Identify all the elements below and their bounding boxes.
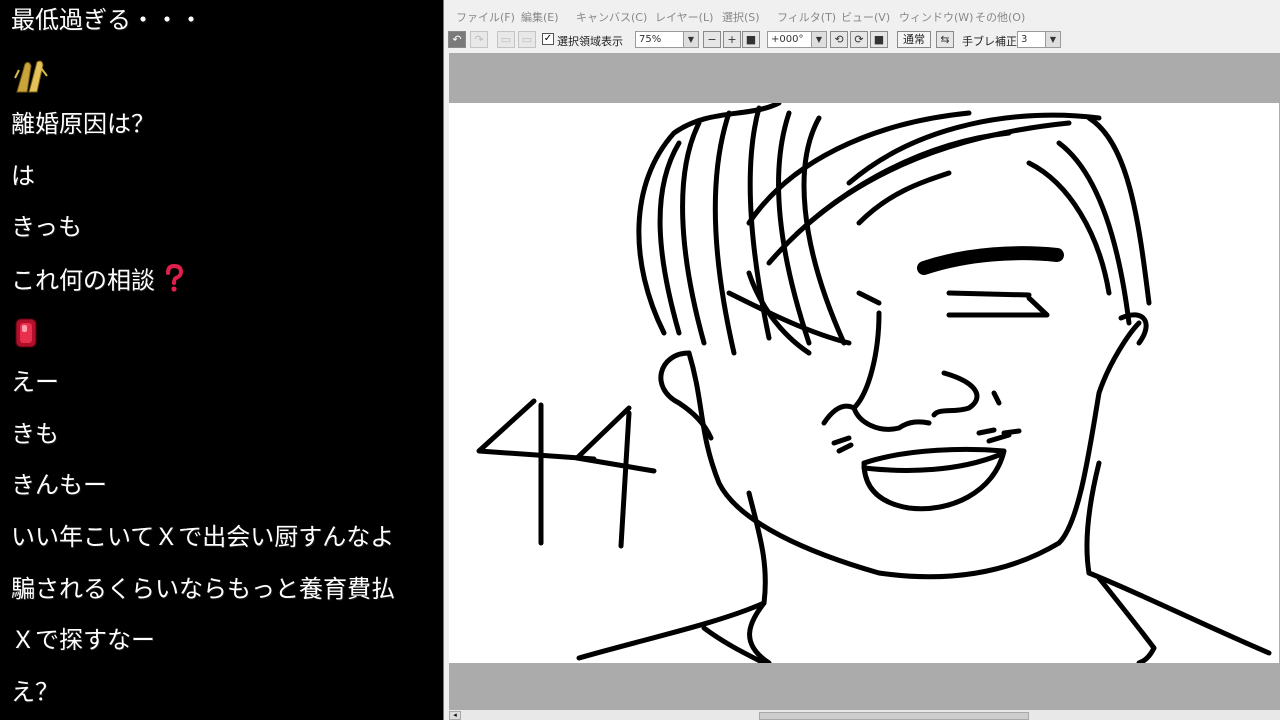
comment-line: [11, 316, 41, 357]
undo-button[interactable]: ↶: [448, 31, 466, 48]
comment-text: きっも: [11, 213, 83, 241]
menu-select[interactable]: 選択(S): [722, 9, 760, 25]
undo-icon: ↶: [452, 33, 462, 46]
stabilizer-value: 3: [1021, 34, 1028, 45]
comment-line: は: [11, 161, 35, 191]
rotate-right-button[interactable]: ⟳: [850, 31, 868, 48]
comment-line: 騙されるくらいならもっと養育費払: [11, 574, 395, 604]
comment-line: [11, 58, 51, 101]
menu-view[interactable]: ビュー(V): [841, 9, 890, 25]
selection-display-checkbox[interactable]: ✓: [542, 33, 554, 45]
comment-text: え？: [11, 678, 59, 706]
menu-canvas[interactable]: キャンバス(C): [576, 9, 647, 25]
canvas-workspace[interactable]: 44: [449, 53, 1280, 710]
scroll-left-icon[interactable]: ◂: [449, 711, 461, 720]
comment-text: Ｘで探すなー: [11, 626, 155, 654]
comment-text: 騙されるくらいならもっと養育費払: [11, 575, 395, 603]
question-mark-icon: [163, 263, 185, 299]
redo-button[interactable]: ↷: [470, 31, 488, 48]
comment-line: これ何の相談: [11, 263, 185, 299]
plus-icon: +: [727, 33, 737, 46]
menu-bar: ファイル(F) 編集(E) キャンバス(C) レイヤー(L) 選択(S) フィル…: [444, 6, 1280, 26]
rotate-left-button[interactable]: ⟲: [830, 31, 848, 48]
select-all-icon: ▭: [521, 33, 533, 46]
comment-line: Ｘで探すなー: [11, 625, 155, 655]
select-all-button[interactable]: ▭: [518, 31, 536, 48]
rotation-reset-button[interactable]: ■: [870, 31, 888, 48]
menu-filter[interactable]: フィルタ(T): [777, 9, 836, 25]
comment-text: 最低過ぎる・・・: [11, 6, 203, 34]
menu-layer[interactable]: レイヤー(L): [655, 9, 713, 25]
horizontal-scrollbar[interactable]: ◂: [449, 710, 1280, 720]
menu-window[interactable]: ウィンドウ(W): [899, 9, 973, 25]
drawing-canvas[interactable]: 44: [449, 100, 1279, 666]
zoom-out-button[interactable]: −: [703, 31, 721, 48]
square-icon: ■: [745, 33, 757, 46]
scrollbar-thumb[interactable]: [759, 712, 1029, 720]
comment-line: えー: [11, 367, 59, 397]
rotate-left-icon: ⟲: [834, 33, 844, 46]
selection-display-label: 選択領域表示: [557, 35, 623, 48]
comment-line: きっも: [11, 212, 82, 242]
comment-text: きも: [11, 420, 59, 448]
red-gem-icon: [11, 316, 41, 357]
comment-line: 最低過ぎる・・・: [11, 5, 203, 35]
comment-text: きんもー: [11, 471, 107, 499]
deselect-icon: ▭: [500, 33, 512, 46]
comment-text: は: [11, 162, 35, 190]
rotate-right-icon: ⟳: [854, 33, 864, 46]
face-drawing: [476, 100, 1272, 666]
comment-line: 離婚原因は？: [11, 109, 155, 139]
blend-mode-label: 通常: [903, 33, 925, 46]
minus-icon: −: [707, 33, 717, 46]
chevron-down-icon: ▼: [683, 32, 698, 47]
praying-hands-icon: [11, 58, 51, 101]
deselect-button[interactable]: ▭: [497, 31, 515, 48]
redo-icon: ↷: [474, 33, 484, 46]
comment-line: え？: [11, 677, 59, 707]
comment-line: きんもー: [11, 470, 107, 500]
zoom-select[interactable]: 75% ▼: [635, 31, 699, 48]
menu-edit[interactable]: 編集(E): [521, 9, 559, 25]
check-icon: ✓: [543, 33, 553, 44]
blend-mode-button[interactable]: 通常: [897, 31, 931, 48]
comment-text: 離婚原因は？: [11, 110, 155, 138]
zoom-value: 75%: [639, 34, 662, 45]
comment-line: いい年こいてＸで出会い厨すんなよ: [11, 522, 394, 552]
comment-text: これ何の相談: [11, 266, 155, 295]
comment-text: えー: [11, 368, 59, 396]
chevron-down-icon: ▼: [811, 32, 826, 47]
stabilizer-select[interactable]: 3 ▼: [1017, 31, 1061, 48]
menu-file[interactable]: ファイル(F): [456, 9, 515, 25]
paint-app-window: ファイル(F) 編集(E) キャンバス(C) レイヤー(L) 選択(S) フィル…: [443, 0, 1280, 720]
zoom-in-button[interactable]: +: [723, 31, 741, 48]
menu-other[interactable]: その他(O): [975, 9, 1025, 25]
square-icon: ■: [873, 33, 885, 46]
zoom-reset-button[interactable]: ■: [742, 31, 760, 48]
flip-button[interactable]: ⇆: [936, 31, 954, 48]
chevron-down-icon: ▼: [1045, 32, 1060, 47]
comment-text: いい年こいてＸで出会い厨すんなよ: [11, 523, 395, 551]
rotation-value: +000°: [771, 34, 804, 45]
rotation-select[interactable]: +000° ▼: [767, 31, 827, 48]
comment-line: きも: [11, 419, 59, 449]
stabilizer-label: 手ブレ補正: [962, 35, 1017, 48]
toolbar: ↶ ↷ ▭ ▭ ✓ 選択領域表示 75% ▼ − + ■ +000° ▼ ⟲ ⟳…: [444, 29, 1280, 51]
flip-icon: ⇆: [940, 33, 950, 46]
comment-panel: 最低過ぎる・・・ 離婚原因は？ は きっも これ何の相談 えー きも きんもー …: [0, 0, 443, 720]
